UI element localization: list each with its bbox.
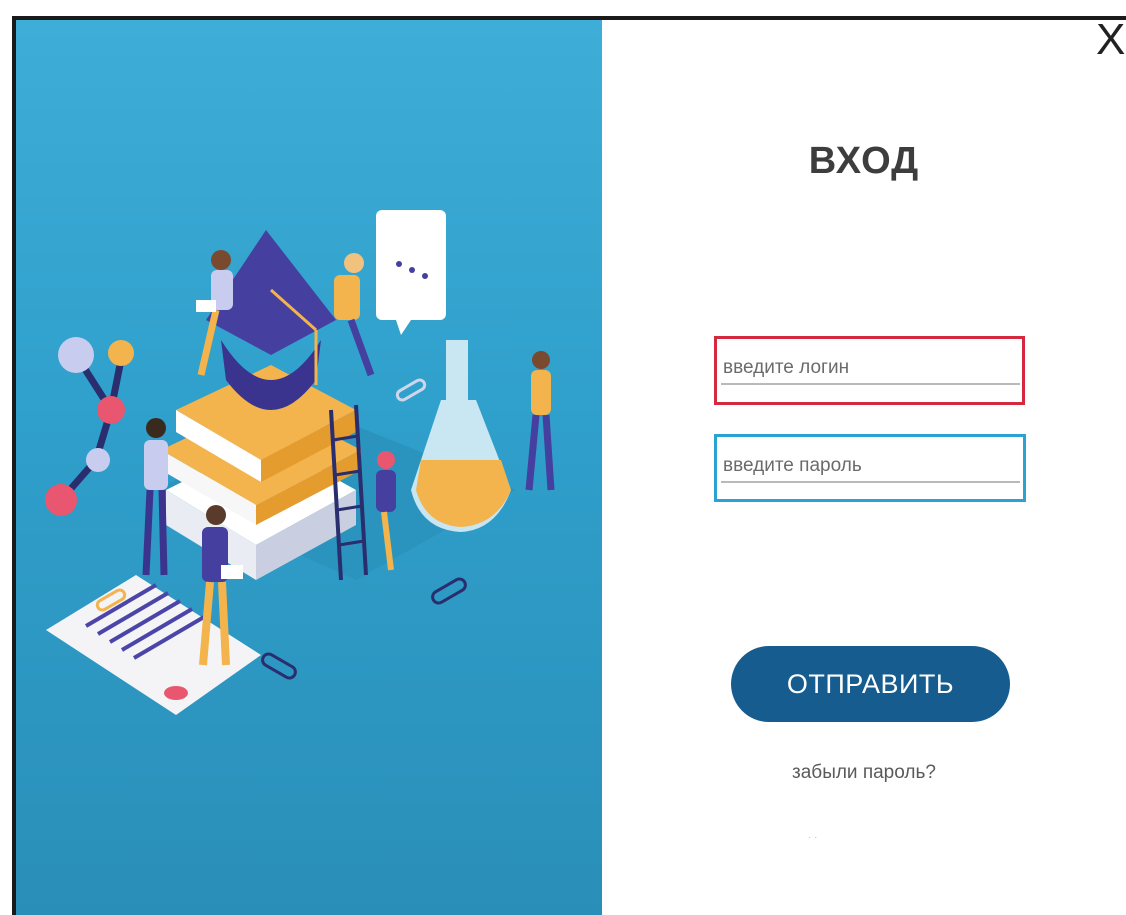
login-field-frame	[714, 336, 1025, 405]
submit-button[interactable]: ОТПРАВИТЬ	[731, 646, 1010, 722]
close-button[interactable]: X	[1096, 18, 1126, 62]
password-input[interactable]	[721, 451, 1020, 483]
illustration-panel	[16, 20, 602, 915]
molecule-icon	[45, 337, 134, 516]
password-field-frame	[714, 434, 1026, 502]
page-title: ВХОД	[808, 140, 920, 182]
decorative-dots: · ·	[808, 832, 826, 843]
forgot-password-link[interactable]: забыли пароль?	[602, 762, 1126, 784]
speech-bubble-icon	[376, 210, 446, 335]
login-input[interactable]	[721, 353, 1020, 385]
flask-icon	[411, 340, 511, 532]
education-illustration	[45, 210, 555, 715]
